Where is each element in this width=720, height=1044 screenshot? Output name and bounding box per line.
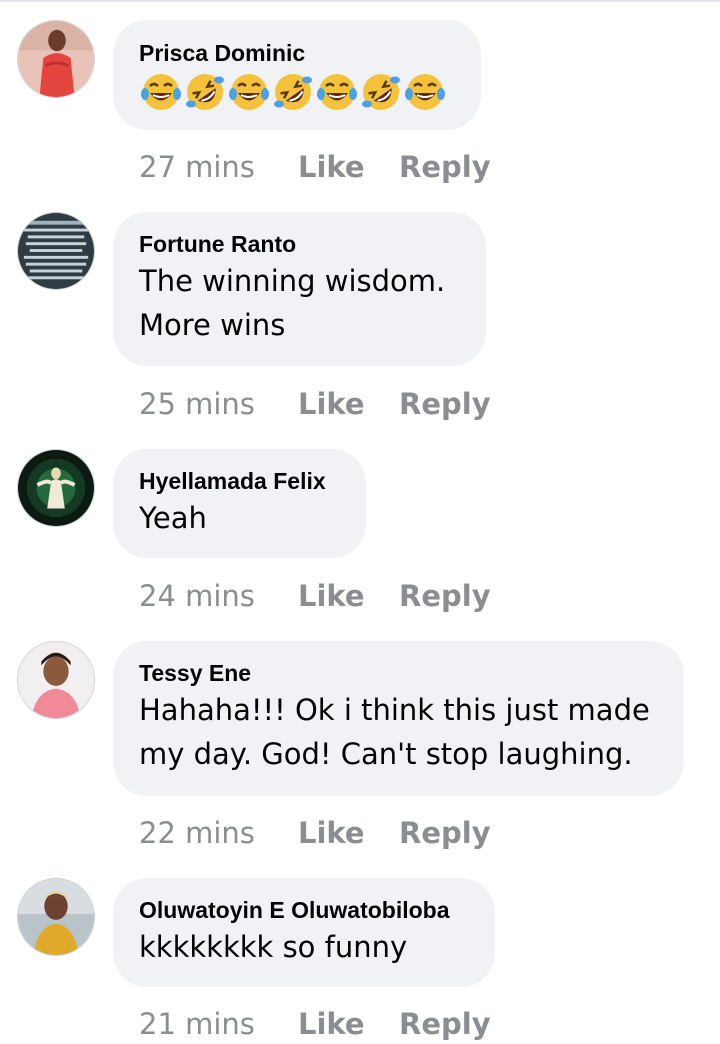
comment-meta: 22 mins Like Reply (139, 813, 491, 853)
avatar[interactable] (17, 212, 95, 290)
avatar-photo (18, 213, 94, 289)
reply-button[interactable]: Reply (399, 579, 491, 613)
comment-timestamp[interactable]: 25 mins (139, 387, 298, 421)
comment-bubble: Oluwatoyin E Oluwatobiloba kkkkkkkk so f… (113, 878, 495, 987)
comment-bubble: Prisca Dominic (113, 20, 481, 130)
avatar[interactable] (17, 641, 95, 719)
avatar-photo (18, 450, 94, 526)
reply-button[interactable]: Reply (399, 1007, 491, 1041)
comment-timestamp[interactable]: 22 mins (139, 816, 298, 850)
comment-author[interactable]: Tessy Ene (139, 658, 658, 688)
comment-meta: 21 mins Like Reply (139, 1004, 491, 1044)
like-button[interactable]: Like (298, 816, 399, 850)
comment-meta: 24 mins Like Reply (139, 576, 491, 616)
laughing-tears-emoji-icon (227, 70, 271, 114)
reply-button[interactable]: Reply (399, 150, 491, 184)
comment-text-line: Hahaha!!! Ok i think this just made (139, 693, 650, 727)
comment-text-line: More wins (139, 308, 286, 342)
rolling-laughing-emoji-icon (183, 70, 227, 114)
laughing-tears-emoji-icon (139, 70, 183, 114)
comment-text-line: my day. God! Can't stop laughing. (139, 737, 633, 771)
avatar[interactable] (17, 878, 95, 956)
reply-button[interactable]: Reply (399, 387, 491, 421)
comment-meta: 25 mins Like Reply (139, 384, 491, 424)
comment-timestamp[interactable]: 21 mins (139, 1007, 298, 1041)
comment-text-line: kkkkkkkk so funny (139, 930, 408, 964)
comment-text-line: Yeah (139, 501, 207, 535)
comment-author[interactable]: Fortune Ranto (139, 229, 460, 259)
avatar[interactable] (17, 20, 95, 98)
avatar-photo (18, 21, 94, 97)
comment-author[interactable]: Prisca Dominic (139, 38, 455, 68)
like-button[interactable]: Like (298, 387, 399, 421)
like-button[interactable]: Like (298, 1007, 399, 1041)
top-divider (0, 0, 720, 2)
comment-bubble: Tessy Ene Hahaha!!! Ok i think this just… (113, 641, 684, 796)
comment-timestamp[interactable]: 24 mins (139, 579, 298, 613)
avatar-photo (18, 879, 94, 955)
comment-bubble: Fortune Ranto The winning wisdom. More w… (113, 212, 486, 366)
comment-author[interactable]: Hyellamada Felix (139, 466, 340, 496)
comment-text-line: The winning wisdom. (139, 264, 446, 298)
reply-button[interactable]: Reply (399, 816, 491, 850)
like-button[interactable]: Like (298, 579, 399, 613)
rolling-laughing-emoji-icon (359, 70, 403, 114)
like-button[interactable]: Like (298, 150, 399, 184)
comment-author[interactable]: Oluwatoyin E Oluwatobiloba (139, 895, 469, 925)
avatar[interactable] (17, 449, 95, 527)
laughing-tears-emoji-icon (403, 70, 447, 114)
laughing-tears-emoji-icon (315, 70, 359, 114)
comment-timestamp[interactable]: 27 mins (139, 150, 298, 184)
comment-meta: 27 mins Like Reply (139, 147, 491, 187)
emoji-row (139, 70, 455, 114)
rolling-laughing-emoji-icon (271, 70, 315, 114)
comment-bubble: Hyellamada Felix Yeah (113, 449, 366, 558)
avatar-photo (18, 642, 94, 718)
